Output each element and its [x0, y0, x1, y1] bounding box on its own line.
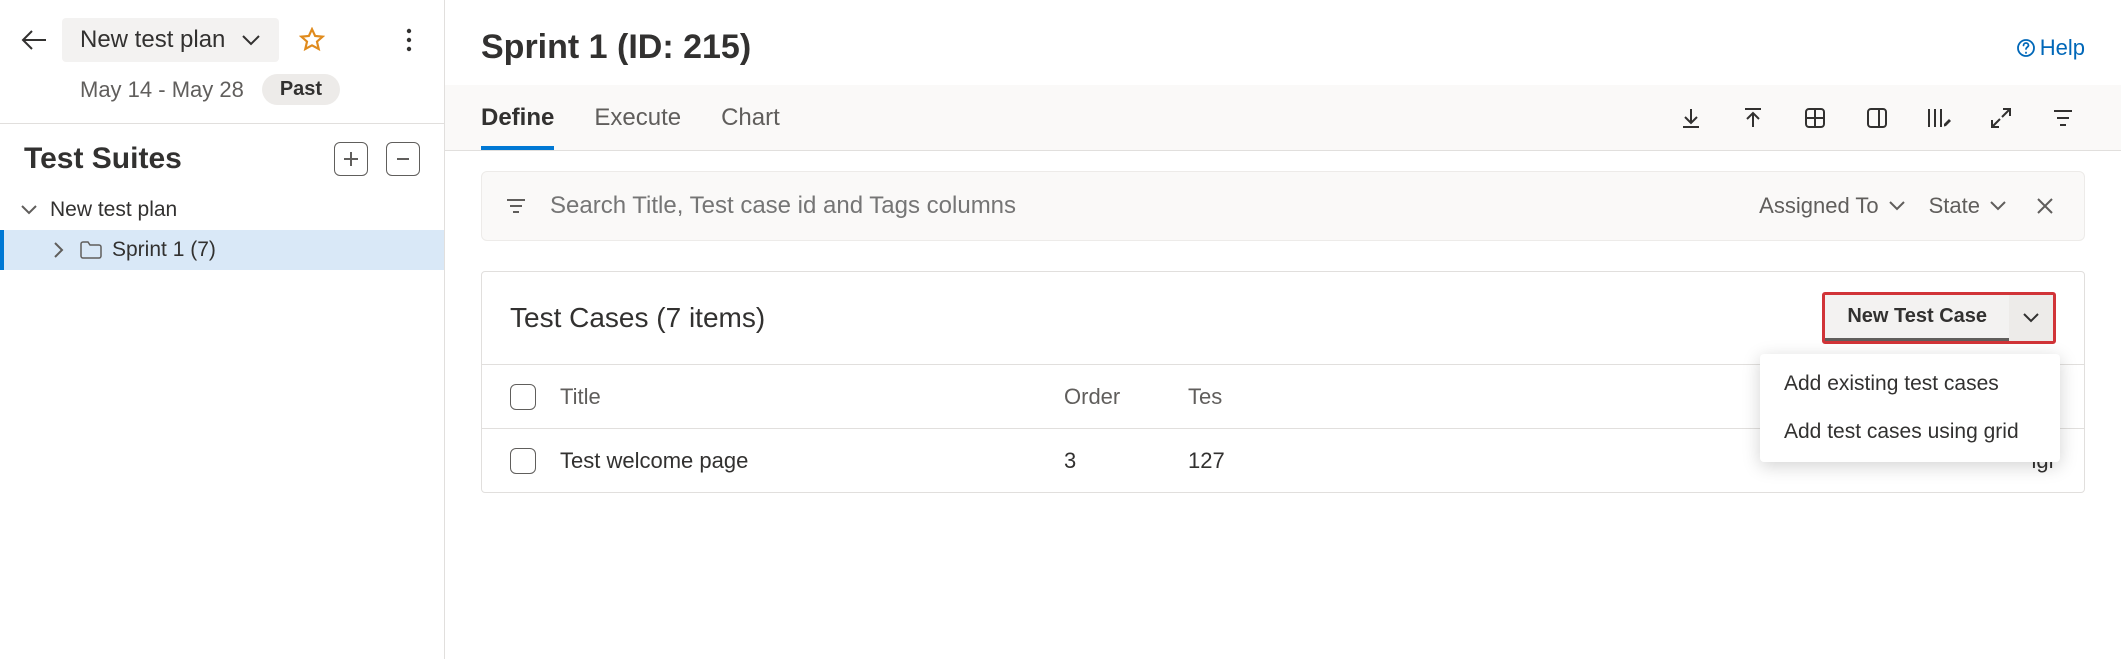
title-row: Sprint 1 (ID: 215) Help — [445, 0, 2121, 67]
cell-test: 127 — [1188, 448, 1258, 474]
main-panel: Sprint 1 (ID: 215) Help Define Execute C… — [445, 0, 2121, 659]
more-actions-icon[interactable] — [394, 25, 424, 55]
plan-date-range: May 14 - May 28 — [80, 77, 244, 103]
tab-define[interactable]: Define — [481, 86, 554, 150]
plan-date-row: May 14 - May 28 Past — [80, 74, 424, 105]
cases-title: Test Cases (7 items) — [510, 302, 1822, 334]
plan-selector[interactable]: New test plan — [62, 18, 279, 62]
download-icon[interactable] — [1669, 96, 1713, 140]
new-test-case-highlight: New Test Case — [1822, 292, 2056, 344]
filter-lines-icon[interactable] — [506, 198, 526, 214]
chevron-right-icon — [48, 242, 70, 258]
search-input[interactable] — [550, 192, 1735, 220]
cases-header: Test Cases (7 items) New Test Case — [482, 272, 2084, 364]
add-suite-button[interactable] — [334, 142, 368, 176]
test-suites-header: Test Suites — [0, 123, 444, 184]
collapse-suite-button[interactable] — [386, 142, 420, 176]
help-label: Help — [2040, 35, 2085, 61]
col-order[interactable]: Order — [1064, 384, 1164, 410]
test-suites-title: Test Suites — [24, 142, 316, 176]
expand-icon[interactable] — [1979, 96, 2023, 140]
chevron-down-icon — [1889, 201, 1905, 211]
page-title: Sprint 1 (ID: 215) — [481, 28, 2016, 67]
tree-root-label: New test plan — [50, 198, 177, 222]
help-icon — [2016, 38, 2036, 58]
tree-child-selected[interactable]: Sprint 1 (7) — [0, 230, 444, 270]
split-view-icon[interactable] — [1855, 96, 1899, 140]
row-checkbox[interactable] — [510, 448, 536, 474]
upload-icon[interactable] — [1731, 96, 1775, 140]
new-test-case-button[interactable]: New Test Case — [1825, 295, 2009, 341]
tab-chart[interactable]: Chart — [721, 86, 780, 150]
col-test[interactable]: Tes — [1188, 384, 1258, 410]
tab-bar: Define Execute Chart — [445, 85, 2121, 151]
filter-assigned-label: Assigned To — [1759, 193, 1878, 219]
new-test-case-dropdown[interactable] — [2009, 295, 2053, 341]
filter-state-label: State — [1929, 193, 1980, 219]
plan-name: New test plan — [80, 26, 225, 54]
grid-view-icon[interactable] — [1793, 96, 1837, 140]
folder-icon — [80, 241, 102, 259]
filter-assigned-to[interactable]: Assigned To — [1759, 193, 1904, 219]
tree-child-label: Sprint 1 (7) — [112, 238, 216, 262]
left-panel: New test plan May 14 - May 28 Past Test … — [0, 0, 445, 659]
chevron-down-icon — [2022, 312, 2040, 324]
suite-tree: New test plan Sprint 1 (7) — [0, 184, 444, 276]
new-test-case-menu: Add existing test cases Add test cases u… — [1760, 354, 2060, 462]
status-badge: Past — [262, 74, 340, 105]
menu-add-grid[interactable]: Add test cases using grid — [1760, 408, 2060, 456]
filter-icon[interactable] — [2041, 96, 2085, 140]
tab-execute[interactable]: Execute — [594, 86, 681, 150]
menu-add-existing[interactable]: Add existing test cases — [1760, 360, 2060, 408]
cell-order: 3 — [1064, 448, 1164, 474]
filter-state[interactable]: State — [1929, 193, 2006, 219]
col-title[interactable]: Title — [560, 384, 1040, 410]
search-bar: Assigned To State — [481, 171, 2085, 241]
help-link[interactable]: Help — [2016, 35, 2085, 61]
chevron-down-icon — [18, 205, 40, 215]
plan-header: New test plan May 14 - May 28 Past — [0, 0, 444, 123]
chevron-down-icon — [1990, 201, 2006, 211]
cell-title: Test welcome page — [560, 448, 1040, 474]
select-all-checkbox[interactable] — [510, 384, 536, 410]
plan-row: New test plan — [20, 18, 424, 62]
tree-root[interactable]: New test plan — [0, 190, 444, 230]
clear-filters-icon[interactable] — [2030, 197, 2060, 215]
back-arrow-icon[interactable] — [20, 26, 48, 54]
test-cases-card: Test Cases (7 items) New Test Case Add e… — [481, 271, 2085, 493]
columns-edit-icon[interactable] — [1917, 96, 1961, 140]
favorite-star-icon[interactable] — [299, 27, 325, 53]
chevron-down-icon — [241, 34, 261, 46]
